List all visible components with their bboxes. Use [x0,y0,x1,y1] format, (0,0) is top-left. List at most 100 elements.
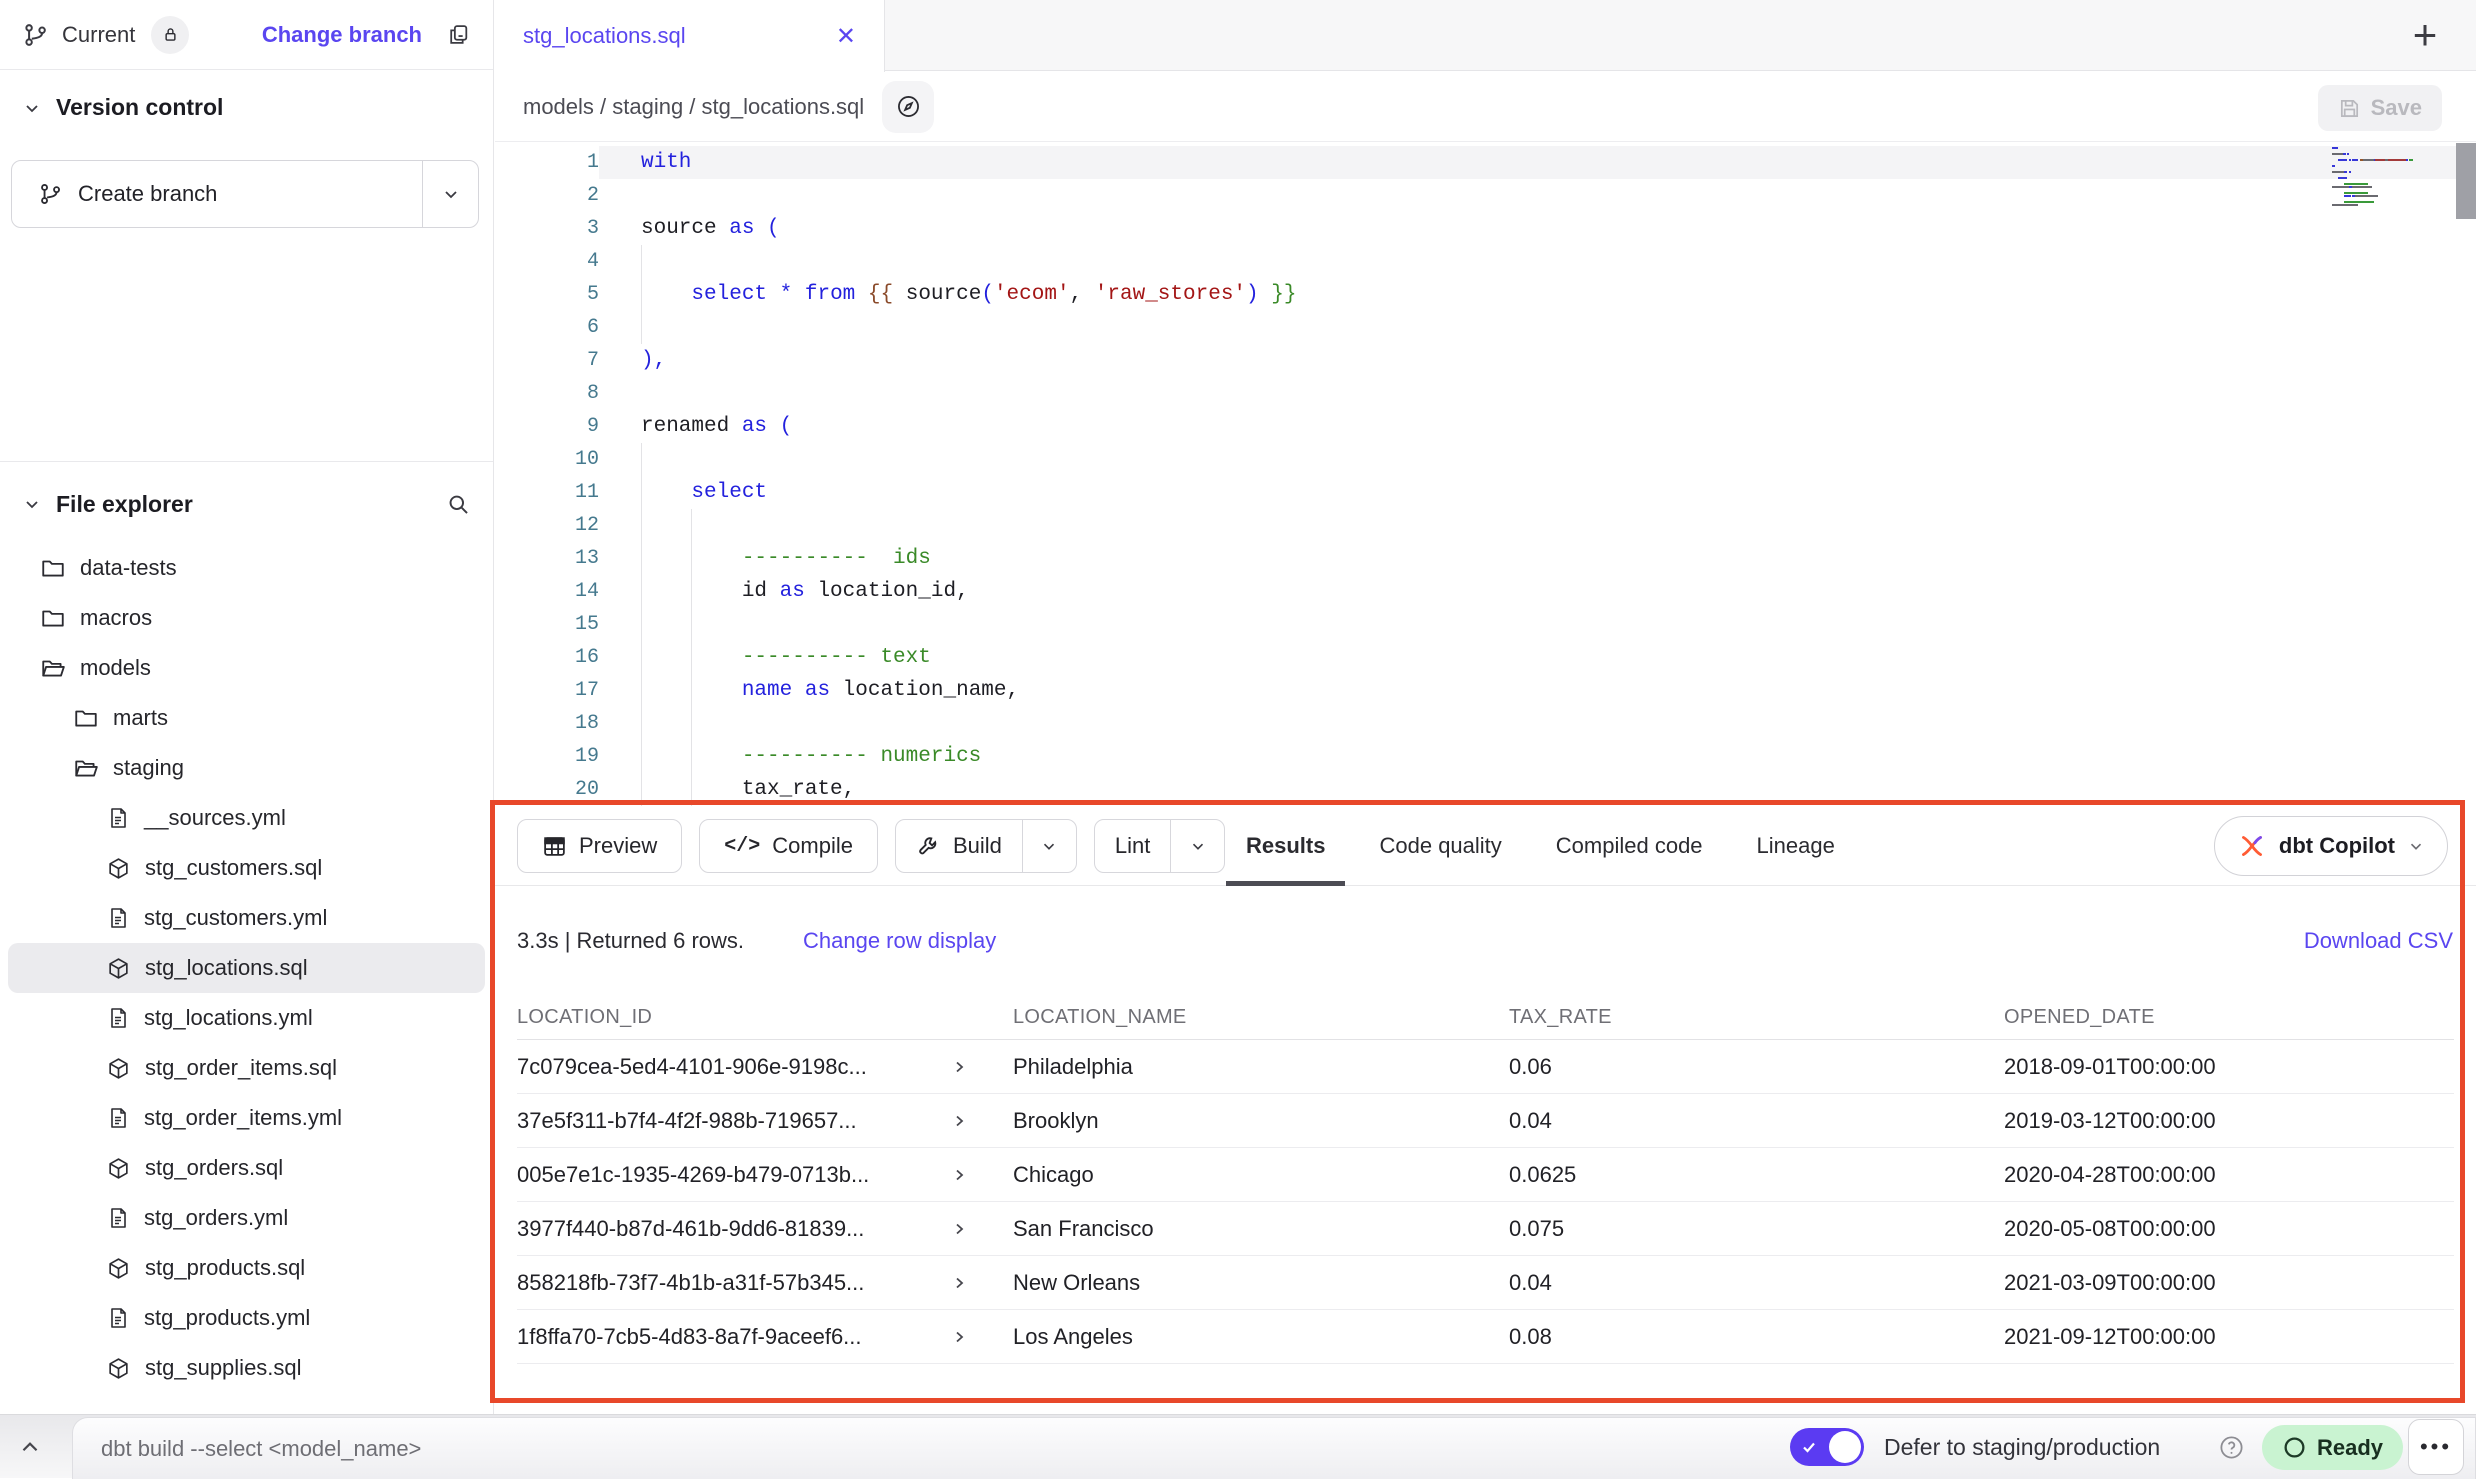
code-line-2[interactable]: 2 [495,179,2476,212]
ready-status-badge[interactable]: Ready [2262,1425,2403,1470]
table-body: 7c079cea-5ed4-4101-906e-9198c...Philadel… [517,1040,2454,1364]
table-row: 005e7e1c-1935-4269-b479-0713b...Chicago0… [517,1148,2454,1202]
help-icon[interactable] [2218,1434,2245,1461]
panel-tab-lineage[interactable]: Lineage [1757,806,1835,886]
tree-item-models[interactable]: models [8,643,485,693]
tree-item-stg-supplies-sql[interactable]: stg_supplies.sql [8,1343,485,1393]
tree-item-stg-orders-sql[interactable]: stg_orders.sql [8,1143,485,1193]
code-line-5[interactable]: 5 select * from {{ source('ecom', 'raw_s… [495,278,2476,311]
panel-toolbar: Preview </> Compile Build [495,806,2476,886]
tab-stg-locations-sql[interactable]: stg_locations.sql ✕ [495,0,885,72]
close-tab-icon[interactable]: ✕ [836,22,856,51]
panel-tab-code-quality[interactable]: Code quality [1379,806,1501,886]
panel-tab-results[interactable]: Results [1246,806,1325,886]
lint-dropdown[interactable] [1170,820,1224,872]
code-line-19[interactable]: 19 ---------- numerics [495,740,2476,773]
code-line-7[interactable]: 7), [495,344,2476,377]
defer-toggle[interactable] [1790,1428,1864,1466]
download-csv-link[interactable]: Download CSV [2304,886,2453,995]
create-branch-dropdown[interactable] [423,161,478,227]
tree-item-macros[interactable]: macros [8,593,485,643]
folder-icon [40,605,66,631]
code-text [599,245,2476,278]
editor-tabbar: stg_locations.sql ✕ + [495,0,2476,71]
tree-item-marts[interactable]: marts [8,693,485,743]
tree-item-stg-locations-yml[interactable]: stg_locations.yml [8,993,485,1043]
lineage-compass-button[interactable] [882,81,934,133]
tree-item-stg-products-yml[interactable]: stg_products.yml [8,1293,485,1343]
compile-button[interactable]: </> Compile [699,819,878,873]
table-row: 37e5f311-b7f4-4f2f-988b-719657...Brookly… [517,1094,2454,1148]
tree-item-stg-orders-yml[interactable]: stg_orders.yml [8,1193,485,1243]
tree-item-stg-order-items-yml[interactable]: stg_order_items.yml [8,1093,485,1143]
build-button[interactable]: Build [896,820,1022,872]
code-line-9[interactable]: 9renamed as ( [495,410,2476,443]
indent-guide [641,245,642,344]
tree-item-stg-order-items-sql[interactable]: stg_order_items.sql [8,1043,485,1093]
panel-tab-compiled-code[interactable]: Compiled code [1556,806,1703,886]
build-dropdown[interactable] [1022,820,1076,872]
new-tab-button[interactable]: + [2402,12,2448,58]
chevron-up-icon[interactable] [18,1435,42,1459]
change-branch-link[interactable]: Change branch [262,22,422,48]
row-expand-icon[interactable] [951,1221,967,1237]
tree-item-stg-customers-yml[interactable]: stg_customers.yml [8,893,485,943]
cli-input[interactable] [101,1436,1601,1462]
code-editor[interactable]: 1with23source as (45 select * from {{ so… [495,143,2476,806]
column-header-tax_rate: TAX_RATE [1509,1006,2004,1029]
code-line-6[interactable]: 6 [495,311,2476,344]
row-expand-icon[interactable] [951,1329,967,1345]
tree-item-stg-customers-sql[interactable]: stg_customers.sql [8,843,485,893]
row-expand-icon[interactable] [951,1167,967,1183]
editor-scrollbar-thumb[interactable] [2456,143,2476,219]
column-header-location_name: LOCATION_NAME [1013,1006,1509,1029]
code-text [599,311,2476,344]
create-branch-main[interactable]: Create branch [12,161,422,227]
cell-tax_rate: 0.04 [1509,1270,2004,1296]
create-branch-button[interactable]: Create branch [11,160,479,228]
code-line-10[interactable]: 10 [495,443,2476,476]
tree-item-label: stg_orders.sql [145,1155,283,1181]
tree-item-stg-locations-sql[interactable]: stg_locations.sql [8,943,485,993]
file-explorer-header[interactable]: File explorer [22,482,471,526]
code-line-15[interactable]: 15 [495,608,2476,641]
code-line-4[interactable]: 4 [495,245,2476,278]
dbt-copilot-button[interactable]: dbt Copilot [2214,816,2448,876]
more-options-button[interactable]: ••• [2408,1419,2464,1475]
search-icon[interactable] [446,492,471,517]
tree-item-label: stg_locations.yml [144,1005,313,1031]
git-branch-icon [38,182,62,206]
code-line-17[interactable]: 17 name as location_name, [495,674,2476,707]
lint-button[interactable]: Lint [1095,820,1170,872]
code-line-3[interactable]: 3source as ( [495,212,2476,245]
cell-location_name: Philadelphia [1013,1054,1509,1080]
tree-item-label: stg_orders.yml [144,1205,288,1231]
tree-item-data-tests[interactable]: data-tests [8,543,485,593]
cell-opened_date: 2018-09-01T00:00:00 [2004,1054,2454,1080]
code-line-8[interactable]: 8 [495,377,2476,410]
copy-icon[interactable] [446,22,471,47]
sidebar: Current Change branch Version control [0,0,494,1414]
minimap[interactable] [2332,147,2452,207]
save-button[interactable]: Save [2318,85,2442,131]
row-expand-icon[interactable] [951,1113,967,1129]
code-line-12[interactable]: 12 [495,509,2476,542]
code-line-16[interactable]: 16 ---------- text [495,641,2476,674]
code-line-18[interactable]: 18 [495,707,2476,740]
code-line-1[interactable]: 1with [495,146,2476,179]
version-control-header[interactable]: Version control [22,94,223,121]
tree-item--sources-yml[interactable]: __sources.yml [8,793,485,843]
row-expand-icon[interactable] [951,1059,967,1075]
code-line-20[interactable]: 20 tax_rate, [495,773,2476,806]
code-line-11[interactable]: 11 select [495,476,2476,509]
tree-item-stg-products-sql[interactable]: stg_products.sql [8,1243,485,1293]
model-cube-icon [106,1056,131,1081]
code-text [599,509,2476,542]
code-line-13[interactable]: 13 ---------- ids [495,542,2476,575]
preview-button[interactable]: Preview [517,819,682,873]
code-line-14[interactable]: 14 id as location_id, [495,575,2476,608]
row-expand-icon[interactable] [951,1275,967,1291]
tree-item-staging[interactable]: staging [8,743,485,793]
change-row-display-link[interactable]: Change row display [803,886,996,995]
wrench-icon [916,834,941,859]
